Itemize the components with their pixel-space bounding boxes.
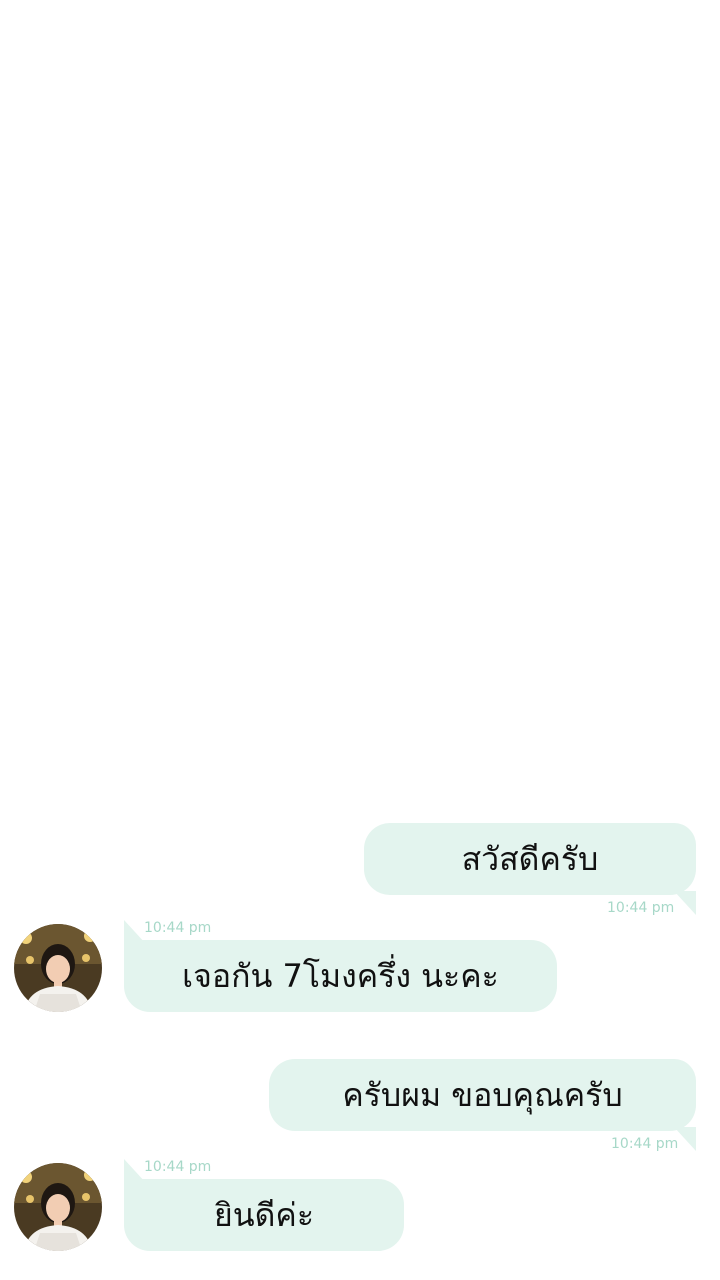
message-timestamp: 10:44 pm: [607, 900, 675, 916]
chat-thread[interactable]: สวัสดีครับ 10:44 pm 10:44 pm เจอกัน 7โมง…: [0, 0, 720, 1280]
avatar-photo: [14, 1163, 102, 1251]
outgoing-message-bubble[interactable]: ครับผม ขอบคุณครับ: [269, 1059, 696, 1131]
incoming-message-bubble[interactable]: เจอกัน 7โมงครึ่ง นะคะ: [124, 940, 557, 1012]
contact-avatar[interactable]: [14, 1163, 102, 1251]
outgoing-bubble-tail: [674, 891, 696, 915]
avatar-photo: [14, 924, 102, 1012]
message-text: สวัสดีครับ: [461, 840, 599, 878]
incoming-message-bubble[interactable]: ยินดีค่ะ: [124, 1179, 404, 1251]
message-timestamp: 10:44 pm: [144, 1159, 212, 1175]
message-text: ยินดีค่ะ: [214, 1196, 314, 1234]
message-timestamp: 10:44 pm: [611, 1136, 679, 1152]
message-timestamp: 10:44 pm: [144, 920, 212, 936]
contact-avatar[interactable]: [14, 924, 102, 1012]
outgoing-message-bubble[interactable]: สวัสดีครับ: [364, 823, 696, 895]
message-text: เจอกัน 7โมงครึ่ง นะคะ: [182, 957, 499, 995]
message-text: ครับผม ขอบคุณครับ: [342, 1076, 623, 1114]
